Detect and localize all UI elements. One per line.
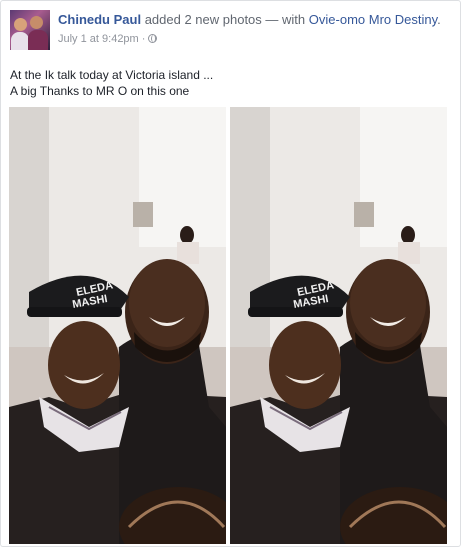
photo-1-image: ELEDA MASHI bbox=[9, 107, 226, 544]
author-link[interactable]: Chinedu Paul bbox=[58, 12, 141, 27]
avatar[interactable] bbox=[10, 10, 50, 50]
photo-2-image: ELEDA MASHI bbox=[230, 107, 447, 544]
post-timestamp[interactable]: July 1 at 9:42pm bbox=[58, 33, 139, 45]
post-card: Chinedu Paul added 2 new photos — with O… bbox=[0, 0, 461, 547]
post-action-text: added 2 new photos bbox=[144, 12, 262, 27]
photo-1[interactable]: ELEDA MASHI bbox=[9, 107, 226, 544]
photo-2[interactable]: ELEDA MASHI bbox=[230, 107, 447, 544]
post-text-line-1: At the Ik talk today at Victoria island … bbox=[10, 68, 214, 82]
globe-icon[interactable] bbox=[148, 34, 158, 43]
with-text: — with bbox=[265, 12, 306, 27]
meta-separator: · bbox=[141, 33, 146, 45]
tagged-friend-link[interactable]: Ovie-omo Mro Destiny bbox=[309, 12, 437, 27]
post-headline: Chinedu Paul added 2 new photos — with O… bbox=[58, 12, 441, 27]
headline-period: . bbox=[437, 12, 441, 27]
post-text: At the Ik talk today at Victoria island … bbox=[10, 67, 213, 99]
post-header: Chinedu Paul added 2 new photos — with O… bbox=[10, 10, 452, 52]
post-meta: July 1 at 9:42pm · bbox=[58, 33, 158, 45]
post-text-line-2: A big Thanks to MR O on this one bbox=[10, 84, 190, 98]
